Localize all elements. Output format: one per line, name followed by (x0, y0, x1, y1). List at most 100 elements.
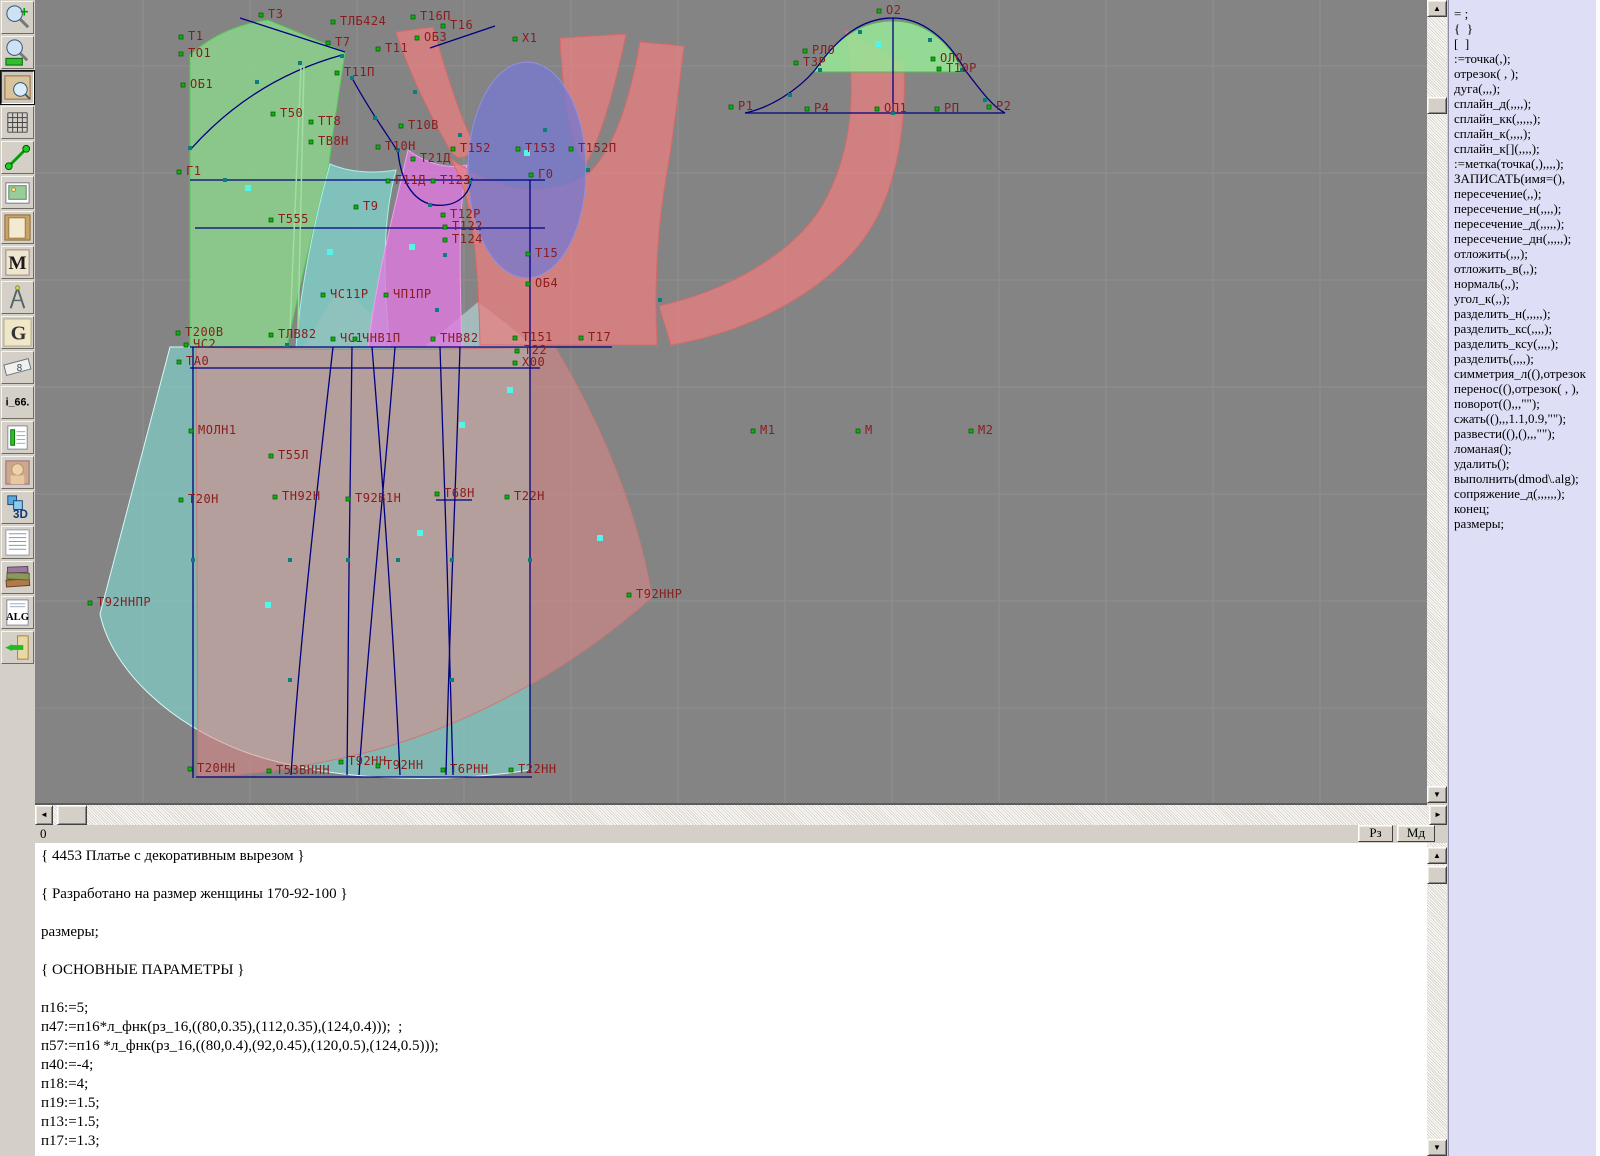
point-marker[interactable] (326, 41, 330, 45)
curve-node-marker[interactable] (450, 558, 454, 562)
toolbar-spec-table-button[interactable] (1, 421, 34, 454)
highlight-marker[interactable] (265, 602, 271, 608)
point-marker[interactable] (877, 9, 881, 13)
point-marker[interactable] (384, 293, 388, 297)
curve-node-marker[interactable] (983, 98, 987, 102)
point-marker[interactable] (269, 218, 273, 222)
highlight-marker[interactable] (245, 185, 251, 191)
point-marker[interactable] (346, 497, 350, 501)
point-marker[interactable] (579, 336, 583, 340)
function-item[interactable]: конец; (1454, 501, 1596, 516)
toolbar-zoom-in-button[interactable]: + (1, 1, 34, 34)
point-marker[interactable] (411, 157, 415, 161)
curve-node-marker[interactable] (428, 203, 432, 207)
function-item[interactable]: пересечение(,,); (1454, 186, 1596, 201)
point-marker[interactable] (176, 331, 180, 335)
toolbar-model-photo-button[interactable] (1, 456, 34, 489)
code-scroll-up-button[interactable]: ▲ (1427, 847, 1447, 864)
function-item[interactable]: отрезок( , ); (1454, 66, 1596, 81)
canvas-vscroll-track[interactable] (1427, 0, 1447, 803)
point-marker[interactable] (177, 360, 181, 364)
point-marker[interactable] (451, 147, 455, 151)
function-item[interactable]: = ; (1454, 6, 1596, 21)
curve-node-marker[interactable] (373, 116, 377, 120)
point-marker[interactable] (271, 112, 275, 116)
function-item[interactable]: сплайн_д(,,,,); (1454, 96, 1596, 111)
highlight-marker[interactable] (597, 535, 603, 541)
function-item[interactable]: пересечение_дн(,,,,,); (1454, 231, 1596, 246)
point-marker[interactable] (856, 429, 860, 433)
highlight-marker[interactable] (409, 244, 415, 250)
piece-neck-insert-blue[interactable] (468, 62, 586, 278)
point-marker[interactable] (526, 282, 530, 286)
point-marker[interactable] (526, 252, 530, 256)
highlight-marker[interactable] (507, 387, 513, 393)
curve-node-marker[interactable] (255, 80, 259, 84)
point-marker[interactable] (376, 47, 380, 51)
curve-node-marker[interactable] (288, 558, 292, 562)
curve-node-marker[interactable] (223, 178, 227, 182)
point-marker[interactable] (184, 343, 188, 347)
algorithm-code-editor[interactable]: { 4453 Платье с декоративным вырезом }{ … (35, 843, 1427, 1156)
point-marker[interactable] (509, 768, 513, 772)
point-marker[interactable] (627, 593, 631, 597)
point-marker[interactable] (431, 179, 435, 183)
function-item[interactable]: пересечение_н(,,,,); (1454, 201, 1596, 216)
curve-node-marker[interactable] (435, 308, 439, 312)
point-marker[interactable] (269, 454, 273, 458)
point-marker[interactable] (177, 170, 181, 174)
function-item[interactable]: сжать((),,,1.1,0.9,""); (1454, 411, 1596, 426)
point-marker[interactable] (516, 147, 520, 151)
canvas-scroll-right-button[interactable]: ► (1429, 805, 1447, 825)
function-item[interactable]: :=метка(точка(,),,,,); (1454, 156, 1596, 171)
function-item[interactable]: размеры; (1454, 516, 1596, 531)
point-marker[interactable] (803, 49, 807, 53)
function-item[interactable]: отложить(,,,); (1454, 246, 1596, 261)
canvas-scroll-down-button[interactable]: ▼ (1427, 786, 1447, 803)
point-marker[interactable] (937, 67, 941, 71)
function-item[interactable]: поворот((),,,""); (1454, 396, 1596, 411)
point-marker[interactable] (269, 333, 273, 337)
curve-node-marker[interactable] (188, 146, 192, 150)
point-marker[interactable] (751, 429, 755, 433)
piece-flounce-red[interactable] (659, 30, 904, 345)
point-marker[interactable] (354, 205, 358, 209)
point-marker[interactable] (875, 107, 879, 111)
toolbar-grazia-logo-button[interactable]: G (1, 316, 34, 349)
point-marker[interactable] (441, 213, 445, 217)
point-marker[interactable] (441, 24, 445, 28)
point-marker[interactable] (411, 15, 415, 19)
curve-node-marker[interactable] (928, 38, 932, 42)
curve-node-marker[interactable] (298, 61, 302, 65)
function-item[interactable]: выполнить(dmod\.alg); (1454, 471, 1596, 486)
point-marker[interactable] (88, 601, 92, 605)
highlight-marker[interactable] (459, 422, 465, 428)
function-item[interactable]: { } (1454, 21, 1596, 36)
point-marker[interactable] (515, 349, 519, 353)
point-marker[interactable] (309, 140, 313, 144)
point-marker[interactable] (443, 225, 447, 229)
toolbar-text-document-button[interactable] (1, 526, 34, 559)
function-item[interactable]: пересечение_д(,,,,,); (1454, 216, 1596, 231)
point-marker[interactable] (331, 20, 335, 24)
rz-button[interactable]: Рз (1358, 825, 1393, 842)
point-marker[interactable] (513, 37, 517, 41)
code-scroll-down-button[interactable]: ▼ (1427, 1139, 1447, 1156)
point-marker[interactable] (331, 337, 335, 341)
md-button[interactable]: Мд (1397, 825, 1435, 842)
toolbar-drafting-tools-button[interactable] (1, 281, 34, 314)
point-marker[interactable] (931, 57, 935, 61)
point-marker[interactable] (435, 492, 439, 496)
point-marker[interactable] (376, 764, 380, 768)
point-marker[interactable] (513, 336, 517, 340)
curve-node-marker[interactable] (586, 168, 590, 172)
function-item[interactable]: сплайн_кк(,,,,,); (1454, 111, 1596, 126)
point-marker[interactable] (335, 71, 339, 75)
function-item[interactable]: удалить(); (1454, 456, 1596, 471)
toolbar-exit-button[interactable]: ◄ (1, 631, 34, 664)
function-item[interactable]: [ ] (1454, 36, 1596, 51)
curve-node-marker[interactable] (340, 54, 344, 58)
point-marker[interactable] (353, 337, 357, 341)
curve-node-marker[interactable] (191, 558, 195, 562)
curve-node-marker[interactable] (858, 30, 862, 34)
